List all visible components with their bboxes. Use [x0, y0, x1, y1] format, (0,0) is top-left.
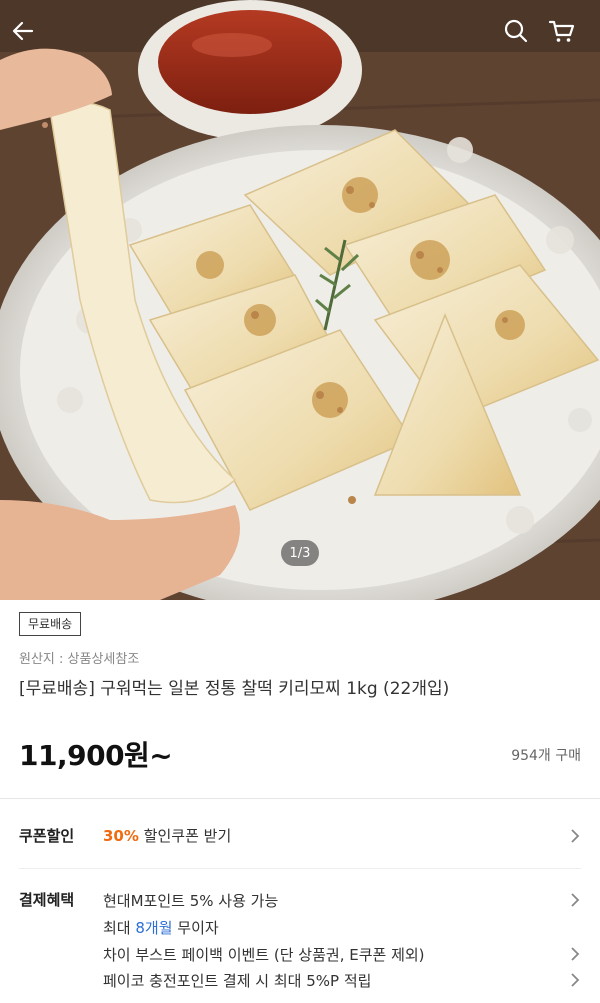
payment-benefit-item[interactable]: 페이코 충전포인트 결제 시 최대 5%P 적립	[103, 970, 371, 991]
chevron-right-icon[interactable]	[567, 972, 583, 988]
product-photo-illustration	[0, 0, 600, 600]
chevron-right-icon[interactable]	[567, 946, 583, 962]
coupon-text[interactable]: 30% 할인쿠폰 받기	[103, 825, 231, 846]
payment-benefit-item: 최대 8개월 무이자	[103, 917, 219, 938]
back-button[interactable]	[10, 18, 46, 54]
product-price: 11,900원~	[19, 739, 173, 772]
product-title: [무료배송] 구워먹는 일본 정통 찰떡 키리모찌 1kg (22개입)	[19, 679, 450, 699]
origin-text: 원산지 : 상품상세참조	[19, 652, 140, 667]
payment-label: 결제혜택	[19, 891, 75, 909]
cart-icon	[548, 20, 575, 42]
payment-benefit-item[interactable]: 현대M포인트 5% 사용 가능	[103, 890, 278, 911]
installment-suffix: 무이자	[172, 919, 219, 937]
search-icon	[504, 19, 528, 43]
search-button[interactable]	[503, 18, 539, 54]
chevron-right-icon[interactable]	[567, 828, 583, 844]
product-image[interactable]: 1/3	[0, 0, 600, 600]
image-counter: 1/3	[281, 540, 319, 566]
divider	[19, 868, 581, 869]
free-shipping-badge: 무료배송	[19, 612, 82, 636]
purchase-count: 954개 구매	[511, 748, 581, 764]
payment-benefit-item[interactable]: 차이 부스트 페이백 이벤트 (단 상품권, E쿠폰 제외)	[103, 944, 425, 965]
coupon-percent: 30%	[103, 827, 139, 845]
cart-button[interactable]	[548, 18, 584, 54]
chevron-right-icon[interactable]	[567, 892, 583, 908]
divider	[0, 798, 600, 799]
installment-prefix: 최대	[103, 919, 136, 937]
arrow-left-icon	[12, 21, 34, 41]
coupon-action: 할인쿠폰 받기	[138, 827, 232, 845]
installment-months: 8개월	[135, 919, 173, 937]
coupon-label: 쿠폰할인	[19, 827, 75, 845]
